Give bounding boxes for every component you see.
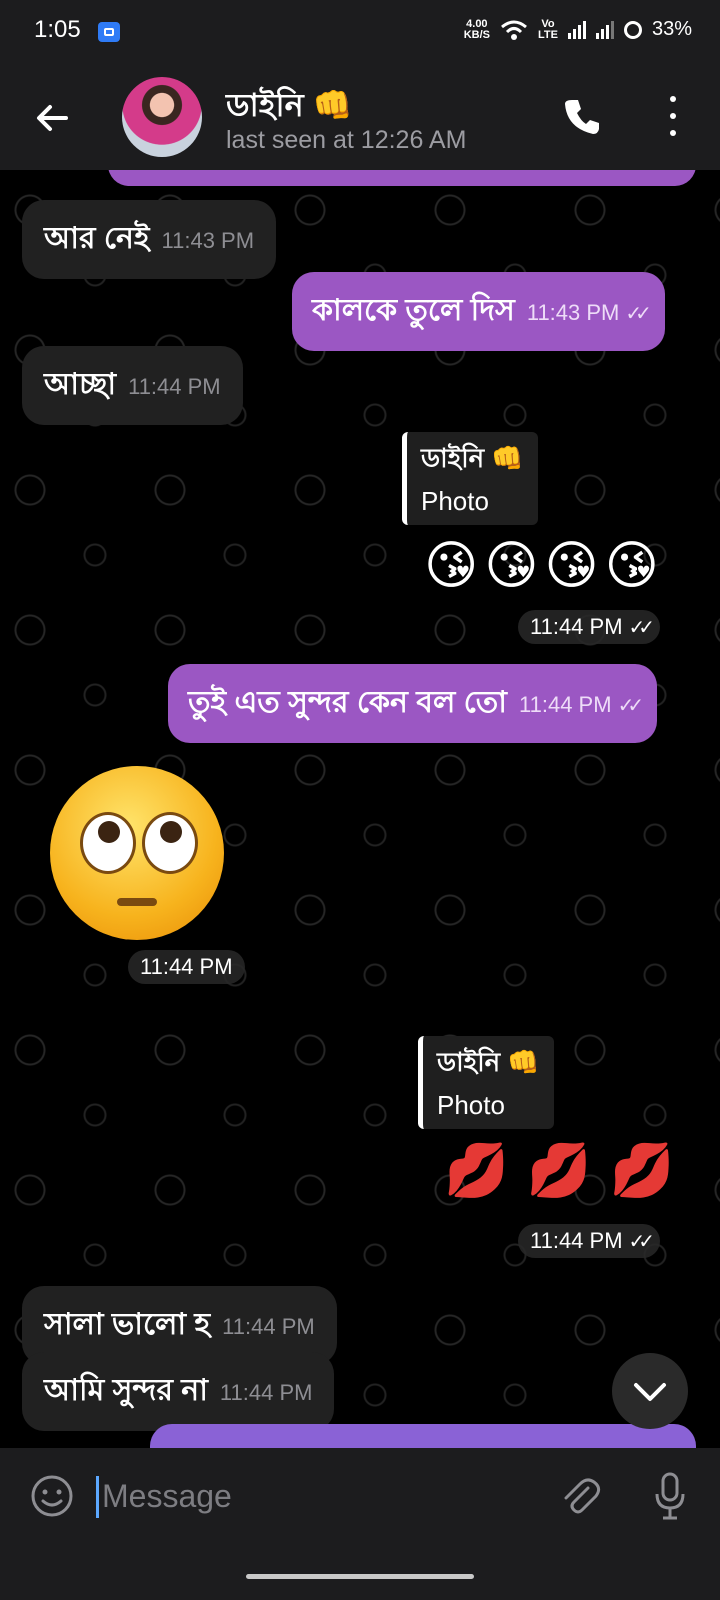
message-text: আমি সুন্দর না (44, 1374, 208, 1407)
signal-icon-2 (595, 20, 614, 39)
message-time: 11:44 PM (222, 1314, 315, 1339)
reply-quote[interactable]: ডাইনি 👊 Photo (402, 432, 538, 525)
volte-indicator: Vo LTE (538, 17, 558, 41)
message-time-pill: 11:44 PM ✓✓ (518, 1224, 661, 1258)
status-indicators: 4.00 KB/S Vo LTE 33% (464, 18, 692, 41)
message-bubble-outgoing-partial[interactable] (108, 170, 696, 186)
message-text: আর নেই (44, 222, 150, 255)
message-input[interactable] (100, 1470, 524, 1522)
message-time-pill: 11:44 PM (128, 950, 245, 984)
message-input-bar (0, 1448, 720, 1548)
chevron-down-icon (634, 1383, 666, 1401)
reply-author: ডাইনি 👊 (437, 1047, 540, 1077)
scroll-to-bottom-button[interactable] (612, 1353, 688, 1429)
read-receipt-icon: ✓✓ (628, 1231, 655, 1253)
message-time: 11:44 PM (128, 374, 221, 399)
message-time: 11:43 PM (161, 228, 255, 253)
message-time-pill: 11:44 PM ✓✓ (518, 610, 661, 644)
text-cursor (96, 1476, 99, 1518)
emoji-message[interactable]: 💋💋💋 (444, 1140, 692, 1201)
status-bar: 1:05 4.00 KB/S Vo LTE 33% (0, 0, 720, 62)
last-seen-status: last seen at 12:26 AM (226, 126, 467, 154)
read-receipt-icon: ✓✓ (625, 303, 651, 325)
message-text: কালকে তুলে দিস (312, 294, 515, 327)
more-options-icon[interactable] (662, 96, 684, 136)
home-indicator[interactable] (246, 1574, 474, 1579)
message-text: আচ্ছা (44, 368, 117, 401)
notification-app-icon (98, 22, 120, 42)
chat-header: ডাইনি 👊 last seen at 12:26 AM (0, 62, 720, 170)
wifi-icon (501, 20, 527, 40)
network-speed-unit: KB/S (463, 28, 490, 41)
message-bubble-incoming[interactable]: আচ্ছা 11:44 PM (22, 346, 243, 425)
system-navigation-bar (0, 1548, 720, 1600)
microphone-icon[interactable] (654, 1472, 686, 1522)
message-text: সালা ভালো হ (44, 1308, 211, 1341)
battery-icon (623, 20, 642, 39)
chat-area[interactable]: আর নেই 11:43 PM কালকে তুলে দিস 11:43 PM ✓✓ … (0, 170, 720, 1448)
message-time: 11:44 PM (519, 692, 612, 717)
message-bubble-incoming[interactable]: আমি সুন্দর না 11:44 PM (22, 1352, 335, 1431)
emoji-icon[interactable] (30, 1474, 74, 1518)
battery-level: 33% (651, 18, 692, 40)
reply-text: Photo (421, 486, 489, 516)
phone-icon[interactable] (560, 94, 604, 138)
reply-text: Photo (437, 1090, 505, 1120)
message-time: 11:44 PM (219, 1380, 313, 1405)
emoji-message[interactable]: 😘😘😘😘 (424, 536, 665, 596)
message-bubble-incoming[interactable]: আর নেই 11:43 PM (22, 200, 277, 279)
message-time: 11:44 PM (140, 954, 233, 979)
message-time: 11:44 PM (530, 614, 623, 639)
paperclip-icon[interactable] (558, 1474, 602, 1518)
read-receipt-icon: ✓✓ (628, 617, 655, 639)
message-bubble-outgoing[interactable]: কালকে তুলে দিস 11:43 PM ✓✓ (292, 272, 665, 351)
message-text: তুই এত সুন্দর কেন বল তো (188, 686, 508, 719)
face-with-rolling-eyes-icon[interactable] (50, 766, 224, 940)
signal-icon (567, 20, 586, 39)
avatar[interactable] (122, 77, 202, 157)
status-time: 1:05 (34, 16, 81, 43)
reply-author: ডাইনি 👊 (421, 443, 524, 473)
reply-quote[interactable]: ডাইনি 👊 Photo (418, 1036, 554, 1129)
message-bubble-outgoing[interactable]: তুই এত সুন্দর কেন বল তো 11:44 PM ✓✓ (168, 664, 658, 743)
read-receipt-icon: ✓✓ (617, 695, 644, 717)
network-speed: 4.00 KB/S (463, 18, 490, 41)
message-time: 11:44 PM (530, 1228, 623, 1253)
back-arrow-icon[interactable] (30, 96, 74, 140)
message-time: 11:43 PM (526, 300, 620, 325)
